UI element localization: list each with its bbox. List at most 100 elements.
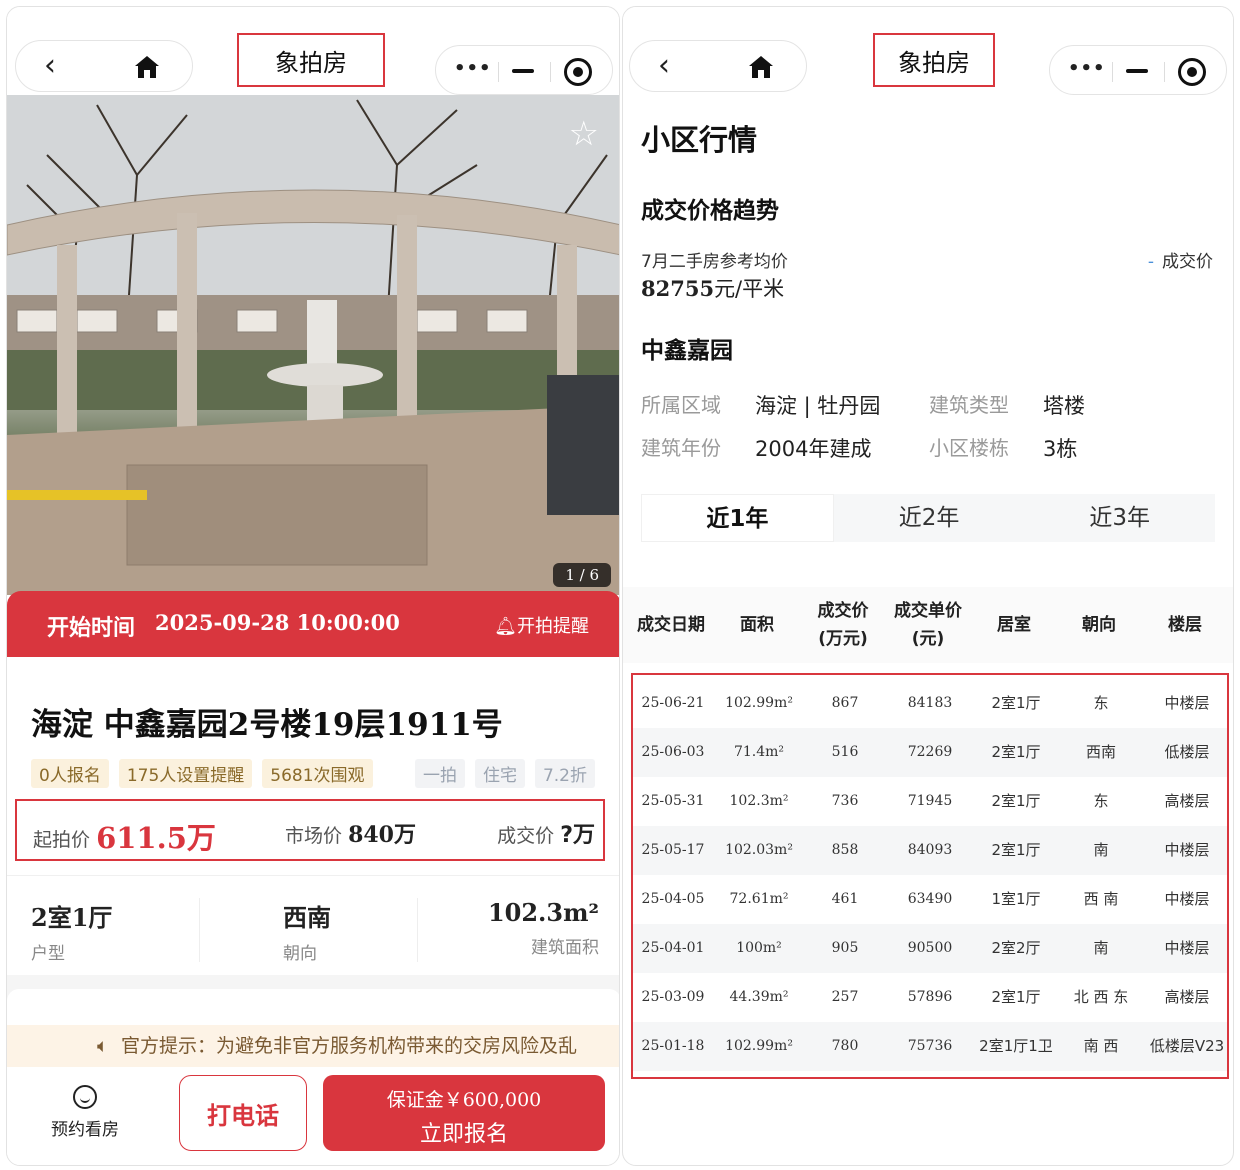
speaker-icon: 🔈︎ — [97, 1035, 109, 1057]
more-icon[interactable]: ••• — [1068, 60, 1106, 78]
cell-price: 905 — [831, 940, 859, 956]
cell-date: 25-04-01 — [641, 940, 705, 956]
cell-orientation: 南 西 — [1083, 1037, 1119, 1055]
fountain-photo-illustration — [7, 95, 619, 595]
cell-floor: 中楼层 — [1164, 890, 1210, 908]
market-price: 市场价 840万 — [285, 822, 416, 848]
chart-legend: - 成交价 — [1147, 252, 1213, 272]
cell-price: 516 — [831, 744, 859, 760]
tab-3-years[interactable]: 近3年 — [1024, 494, 1215, 542]
official-notice-bar[interactable]: 🔈︎ 官方提示：为避免非官方服务机构带来的交房风险及乱 — [7, 1025, 619, 1067]
photo-counter: 1 / 6 — [553, 563, 611, 587]
cell-area: 102.99m² — [725, 1038, 793, 1054]
cell-rooms: 2室1厅 — [991, 841, 1041, 859]
cell-date: 25-05-31 — [641, 793, 705, 809]
property-tags: 一拍 住宅 7.2折 — [405, 759, 595, 788]
cell-floor: 中楼层 — [1164, 841, 1210, 859]
table-row: 25-01-18 102.99m² 780 75736 2室1厅1卫 南 西 低楼层V23 — [633, 1022, 1227, 1071]
info-year-value: 2004年建成 — [755, 437, 872, 461]
cell-unit-price: 84093 — [907, 842, 953, 858]
cell-unit-price: 72269 — [907, 744, 953, 760]
minimize-icon[interactable] — [512, 69, 534, 73]
community-name: 中鑫嘉园 — [641, 338, 733, 364]
community-market-screen: ‹ 象拍房 ••• 小区行情 成交价格趋势 7月二手房参考均价 82755元/平… — [622, 6, 1234, 1166]
property-photo[interactable]: ☆ 1 / 6 — [7, 95, 619, 595]
cell-date: 25-06-03 — [641, 744, 705, 760]
th-unit-price: 成交单价 (元) — [894, 601, 962, 649]
cell-floor: 中楼层 — [1164, 694, 1210, 712]
smile-icon — [73, 1085, 97, 1109]
close-target-icon[interactable] — [1178, 58, 1206, 86]
th-rooms: 居室 — [997, 615, 1031, 635]
cell-orientation: 南 — [1093, 841, 1109, 859]
start-time-value: 2025-09-28 10:00:00 — [155, 610, 400, 635]
price-summary: 起拍价 611.5万 市场价 840万 成交价 ?万 — [15, 799, 605, 861]
page-title: 象拍房 — [873, 33, 995, 87]
tab-2-years[interactable]: 近2年 — [834, 494, 1025, 542]
tab-1-year[interactable]: 近1年 — [641, 494, 834, 542]
auction-start-bar: 开始时间 2025-09-28 10:00:00 🔔︎开拍提醒 — [7, 591, 619, 657]
cell-price: 858 — [831, 842, 859, 858]
house-title: 海淀 中鑫嘉园2号楼19层1911号 — [31, 707, 503, 743]
back-icon[interactable]: ‹ — [44, 51, 56, 81]
info-year-label: 建筑年份 — [641, 436, 721, 460]
book-viewing-button[interactable]: 预约看房 — [43, 1085, 127, 1140]
nav-capsule-left: ‹ — [15, 40, 193, 92]
cell-area: 102.03m² — [725, 842, 793, 858]
year-range-tabs: 近1年 近2年 近3年 — [641, 494, 1215, 542]
auction-remind-button[interactable]: 🔔︎开拍提醒 — [494, 612, 589, 638]
cell-floor: 高楼层 — [1164, 792, 1210, 810]
more-icon[interactable]: ••• — [454, 60, 492, 78]
auction-remind-label: 开拍提醒 — [517, 616, 589, 637]
call-button[interactable]: 打电话 — [179, 1075, 307, 1151]
minimize-icon[interactable] — [1126, 69, 1148, 73]
spec-area: 102.3m² 建筑面积 — [487, 898, 599, 958]
cell-price: 867 — [831, 695, 859, 711]
stats-tags: 0人报名 175人设置提醒 5681次围观 — [31, 759, 383, 788]
signup-button[interactable]: 保证金￥600,000 立即报名 — [323, 1075, 605, 1151]
table-row: 25-03-09 44.39m² 257 57896 2室1厅 北 西 东 高楼层 — [633, 973, 1227, 1022]
cell-unit-price: 84183 — [907, 695, 953, 711]
cell-rooms: 1室1厅 — [991, 890, 1041, 908]
cell-rooms: 2室1厅 — [991, 792, 1041, 810]
mini-program-capsule: ••• — [1049, 45, 1227, 95]
deposit-amount: 保证金￥600,000 — [386, 1089, 542, 1111]
close-target-icon[interactable] — [564, 58, 592, 86]
tag-discount: 7.2折 — [534, 759, 595, 788]
info-buildings-value: 3栋 — [1043, 437, 1078, 461]
th-orientation: 朝向 — [1082, 615, 1116, 635]
book-viewing-label: 预约看房 — [51, 1120, 119, 1140]
cell-unit-price: 63490 — [907, 891, 953, 907]
cell-orientation: 西南 — [1085, 743, 1116, 761]
cell-date: 25-01-18 — [641, 1038, 705, 1054]
cell-area: 72.61m² — [729, 891, 789, 907]
favorite-star-icon[interactable]: ☆ — [569, 117, 599, 151]
cell-rooms: 2室1厅 — [991, 988, 1041, 1006]
auction-detail-screen: ‹ 象拍房 ••• ☆ 1 / 6 开始时间 2025-09-28 10:00:… — [6, 6, 620, 1166]
transactions-table: 25-06-21 102.99m² 867 84183 2室1厅东中楼层 25-06-03… — [631, 673, 1229, 1079]
th-date: 成交日期 — [637, 615, 705, 635]
cell-area: 102.3m² — [729, 793, 789, 809]
signup-label: 立即报名 — [419, 1122, 508, 1147]
cell-price: 257 — [831, 989, 859, 1005]
cell-unit-price: 90500 — [907, 940, 953, 956]
property-specs: 2室1厅 户型 西南 朝向 102.3m² 建筑面积 — [7, 875, 619, 975]
cell-rooms: 2室2厅 — [991, 939, 1041, 957]
table-row: 25-06-03 71.4m² 516 72269 2室1厅 西南 低楼层 — [633, 728, 1227, 777]
home-icon[interactable] — [134, 55, 160, 79]
cell-price: 780 — [831, 1038, 859, 1054]
home-icon[interactable] — [748, 55, 774, 79]
market-section-title: 小区行情 — [641, 123, 758, 157]
avg-price-label: 7月二手房参考均价 — [641, 252, 788, 272]
mini-program-capsule: ••• — [435, 45, 613, 95]
info-area-value: 海淀 | 牡丹园 — [755, 394, 881, 418]
cell-price: 461 — [831, 891, 859, 907]
back-icon[interactable]: ‹ — [658, 51, 670, 81]
cell-orientation: 东 — [1093, 792, 1109, 810]
info-area-label: 所属区域 — [641, 393, 721, 417]
cell-orientation: 南 — [1093, 939, 1109, 957]
cell-floor: 高楼层 — [1164, 988, 1210, 1006]
cell-date: 25-05-17 — [641, 842, 705, 858]
tag-views: 5681次围观 — [262, 759, 373, 788]
cell-area: 44.39m² — [729, 989, 789, 1005]
